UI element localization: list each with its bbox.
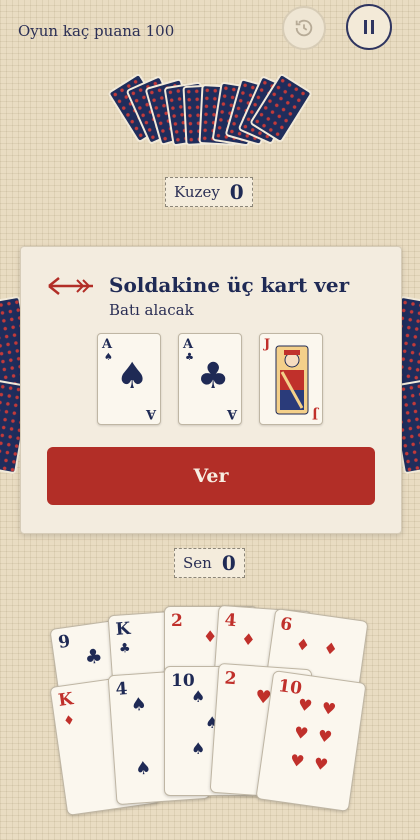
club-icon: ♣: [118, 640, 132, 657]
spade-icon: ♠: [134, 757, 153, 780]
card-rank: 4: [223, 610, 238, 632]
card-rank: 2: [171, 611, 183, 631]
spade-icon: ♠: [104, 352, 113, 363]
diamond-icon: ♦: [322, 638, 339, 660]
north-hand: [0, 0, 420, 160]
card-rank: K: [114, 618, 132, 640]
spade-icon: ♠: [191, 687, 206, 706]
heart-icon: ♥: [320, 698, 338, 720]
heart-icon: ♥: [288, 750, 306, 772]
selected-card[interactable]: A ♣ ♣ A: [178, 333, 242, 425]
jack-face-icon: [275, 345, 309, 415]
spade-icon: ♠: [129, 693, 148, 716]
diamond-icon: ♦: [294, 634, 312, 656]
pass-left-arrow-icon: [48, 277, 93, 295]
heart-icon: ♥: [316, 725, 334, 747]
card-rank: A: [226, 406, 237, 421]
dialog-subtitle: Batı alacak: [109, 301, 194, 319]
card-rank: 6: [278, 614, 294, 636]
diamond-icon: ♦: [240, 629, 257, 650]
diamond-icon: ♦: [62, 713, 76, 730]
spade-icon: ♠: [191, 739, 206, 758]
north-score-badge: Kuzey 0: [165, 177, 253, 207]
card-rank: A: [102, 337, 113, 352]
club-icon: ♣: [83, 643, 105, 670]
pass-cards-dialog: Soldakine üç kart ver Batı alacak A ♠ ♠ …: [20, 246, 402, 534]
card-rank: J: [264, 337, 271, 352]
heart-icon: ♥: [312, 753, 330, 775]
selected-card[interactable]: J J: [259, 333, 323, 425]
north-player-label: Kuzey: [174, 183, 220, 201]
hand-card[interactable]: 10 ♥ ♥ ♥ ♥ ♥ ♥: [255, 670, 367, 812]
card-rank: J: [311, 406, 318, 421]
self-player-label: Sen: [183, 554, 212, 572]
dialog-title: Soldakine üç kart ver: [109, 273, 350, 297]
self-score-badge: Sen 0: [174, 548, 245, 578]
card-rank: K: [57, 689, 75, 711]
selected-card[interactable]: A ♠ ♠ A: [97, 333, 161, 425]
card-rank: A: [183, 337, 194, 352]
card-rank: A: [145, 406, 156, 421]
club-icon: ♣: [197, 356, 230, 397]
card-rank: 2: [223, 668, 238, 690]
card-rank: 4: [114, 679, 129, 700]
self-player-score: 0: [221, 551, 236, 575]
spade-icon: ♠: [116, 356, 149, 397]
heart-icon: ♥: [292, 722, 310, 744]
card-rank: 9: [57, 631, 72, 653]
north-player-score: 0: [229, 180, 244, 204]
club-icon: ♣: [185, 352, 194, 363]
give-button[interactable]: Ver: [47, 447, 375, 505]
heart-icon: ♥: [296, 694, 314, 716]
